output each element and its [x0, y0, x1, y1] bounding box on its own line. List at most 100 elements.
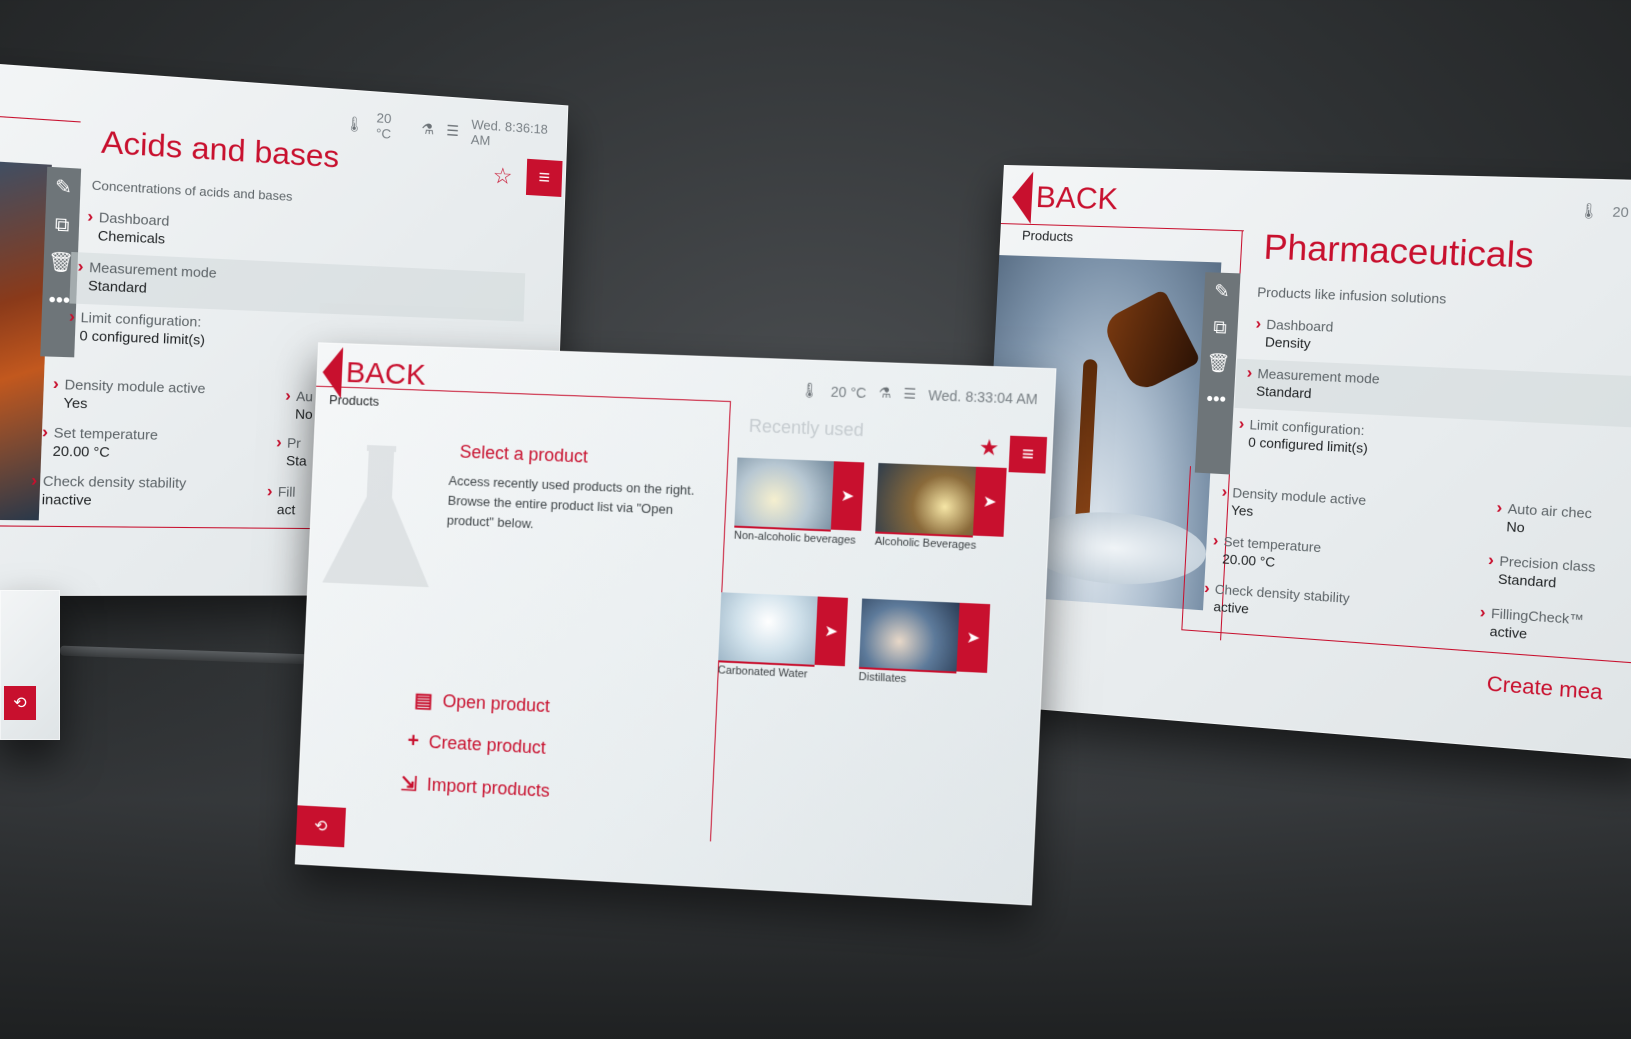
more-icon[interactable]: •••	[1200, 388, 1232, 411]
right-subtitle: Products like infusion solutions	[1256, 284, 1447, 307]
open-product-arrow-icon[interactable]: ➤	[814, 596, 848, 667]
left-item-label: Dashboard	[87, 209, 170, 229]
left-lower-fragment: ⟲	[0, 590, 60, 740]
product-image	[875, 462, 977, 538]
center-breadcrumb: Products	[328, 392, 380, 409]
copy-icon[interactable]: ⧉	[1204, 316, 1236, 339]
import-products-label: Import products	[426, 774, 551, 801]
select-product-text: Access recently used products on the rig…	[446, 472, 695, 532]
left-item-label: Limit configuration:	[69, 309, 202, 330]
left-item-value: 0 configured limit(s)	[79, 327, 206, 348]
product-caption: Non-alcoholic beverages	[733, 529, 856, 547]
left-item-value: Chemicals	[97, 227, 166, 247]
left-item-measurement[interactable]: Measurement mode Standard	[77, 258, 217, 299]
right-panel: BACK Products 🌡 20 °C ✎ ⧉ 🗑 ••• Pharmace…	[976, 164, 1631, 761]
left-item-dashboard[interactable]: Dashboard Chemicals	[86, 208, 170, 247]
right-title: Pharmaceuticals	[1262, 227, 1535, 277]
thermometer-icon: 🌡	[1578, 201, 1600, 220]
open-product-button[interactable]: ▤ Open product	[414, 688, 551, 719]
favorite-star-icon[interactable]: ★	[978, 435, 999, 462]
center-corner-button[interactable]: ⟲	[295, 805, 346, 848]
left-setting-right-1[interactable]: Au No	[284, 387, 313, 422]
left-setting-value: inactive	[41, 491, 92, 508]
pouring-bottle-shape	[1100, 288, 1201, 395]
left-setting-right-3[interactable]: Fill act	[266, 483, 296, 518]
right-status-bar: 🌡 20 °C	[1579, 202, 1631, 222]
right-back-button[interactable]: BACK	[1010, 171, 1119, 226]
copy-icon[interactable]: ⧉	[45, 213, 80, 237]
left-setting-label: Set temperature	[42, 424, 158, 443]
right-temp: 20 °C	[1612, 203, 1631, 221]
right-item-limit[interactable]: Limit configuration: 0 configured limit(…	[1237, 415, 1369, 456]
left-corner-button[interactable]: ⟲	[4, 686, 36, 720]
left-setting-density[interactable]: Density module active Yes	[52, 375, 206, 414]
left-menu-button[interactable]: ≡	[525, 158, 563, 197]
back-chevron-icon	[321, 346, 344, 399]
left-setting-stability[interactable]: Check density stability inactive	[30, 472, 187, 509]
right-setting-right-3[interactable]: FillingCheck™ active	[1478, 604, 1584, 646]
open-product-arrow-icon[interactable]: ➤	[830, 461, 865, 531]
right-create-measurement[interactable]: Create mea	[1486, 673, 1603, 706]
center-panel: BACK Products 🌡 20 °C ⚗ ☰ Wed. 8:33:04 A…	[294, 342, 1057, 906]
left-subtitle: Concentrations of acids and bases	[91, 177, 293, 205]
center-status-bar: 🌡 20 °C ⚗ ☰ Wed. 8:33:04 AM	[800, 381, 1039, 407]
left-item-limit[interactable]: Limit configuration: 0 configured limit(…	[68, 308, 206, 348]
product-tile-carbonated-water[interactable]: ➤ Carbonated Water	[717, 592, 848, 681]
left-setting-value: Sta	[285, 452, 307, 469]
edit-icon[interactable]: ✎	[46, 175, 81, 199]
thermometer-icon: 🌡	[800, 381, 820, 399]
right-setting-right-2[interactable]: Precision class Standard	[1487, 551, 1596, 593]
left-setting-label: Pr	[276, 435, 301, 451]
left-temp: 20 °C	[375, 110, 392, 142]
right-item-value: Density	[1264, 334, 1311, 352]
product-caption: Alcoholic Beverages	[874, 535, 977, 552]
right-setting-right-1[interactable]: Auto air chec No	[1495, 499, 1592, 540]
product-image	[718, 592, 818, 667]
right-item-dashboard[interactable]: Dashboard Density	[1254, 315, 1333, 352]
messages-icon: ☰	[903, 385, 917, 402]
adjust-icon: ⚗	[878, 384, 892, 401]
product-caption: Carbonated Water	[717, 664, 808, 681]
right-setting-temp[interactable]: Set temperature 20.00 °C	[1212, 532, 1322, 573]
select-product-title: Select a product	[459, 441, 589, 467]
left-setting-temp[interactable]: Set temperature 20.00 °C	[41, 423, 158, 461]
delete-icon[interactable]: 🗑	[1202, 352, 1234, 375]
right-item-label: Dashboard	[1255, 316, 1333, 335]
syrup-stream-shape	[1074, 359, 1098, 532]
messages-icon: ☰	[446, 121, 460, 139]
adjust-icon: ⚗	[421, 119, 435, 137]
open-product-label: Open product	[442, 691, 551, 717]
plus-icon: +	[407, 729, 420, 753]
folder-open-icon: ▤	[413, 689, 434, 713]
product-caption: Distillates	[858, 670, 907, 686]
product-tile-non-alcoholic[interactable]: ➤ Non-alcoholic beverages	[734, 457, 865, 547]
open-product-arrow-icon[interactable]: ➤	[956, 602, 991, 673]
right-breadcrumb: Products	[1021, 227, 1074, 245]
left-setting-right-2[interactable]: Pr Sta	[275, 434, 307, 469]
flask-icon	[317, 441, 441, 594]
import-products-button[interactable]: ⇲ Import products	[400, 771, 550, 804]
left-datetime: Wed. 8:36:18 AM	[470, 116, 549, 149]
import-icon: ⇲	[400, 773, 418, 796]
edit-icon[interactable]: ✎	[1206, 280, 1238, 303]
product-image	[858, 598, 960, 674]
product-tile-alcoholic[interactable]: ➤ Alcoholic Beverages	[875, 462, 1007, 552]
product-tile-distillates[interactable]: ➤ Distillates	[858, 598, 991, 685]
create-product-button[interactable]: + Create product	[407, 730, 546, 760]
center-datetime: Wed. 8:33:04 AM	[928, 386, 1039, 407]
left-setting-label: Au	[285, 388, 313, 404]
open-product-arrow-icon[interactable]: ➤	[972, 466, 1007, 537]
right-back-label: BACK	[1035, 180, 1119, 217]
left-setting-value: 20.00 °C	[52, 442, 111, 461]
favorite-star-icon[interactable]: ☆	[492, 163, 512, 190]
create-product-label: Create product	[428, 732, 547, 758]
center-temp: 20 °C	[830, 383, 867, 401]
right-item-value: 0 configured limit(s)	[1247, 434, 1369, 457]
product-image	[734, 457, 834, 532]
left-status-bar: 🌡 20 °C ⚗ ☰ Wed. 8:36:18 AM	[345, 108, 568, 153]
left-setting-label: Density module active	[53, 376, 206, 396]
right-item-measurement[interactable]: Measurement mode Standard	[1245, 364, 1380, 404]
left-header-frame	[0, 114, 81, 123]
center-menu-button[interactable]: ≡	[1008, 435, 1048, 474]
left-setting-label: Check density stability	[31, 473, 187, 491]
